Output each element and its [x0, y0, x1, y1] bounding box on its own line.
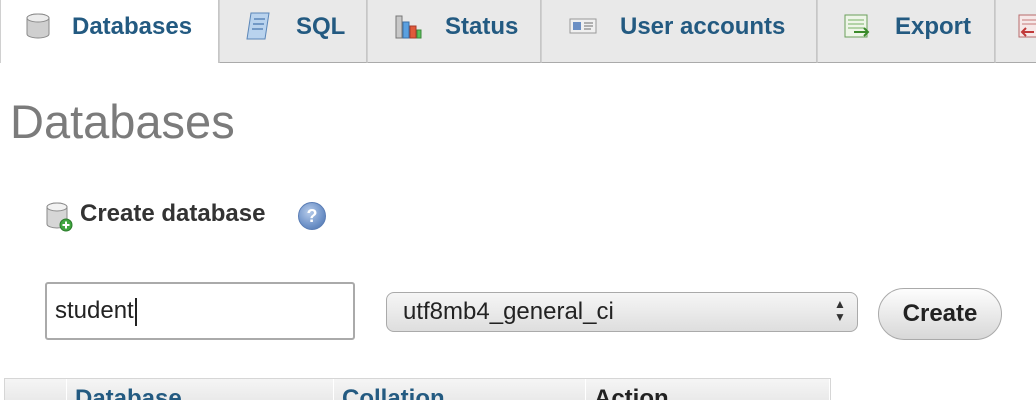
create-button[interactable]: Create [878, 288, 1002, 340]
tab-label: SQL [296, 13, 346, 40]
table-header-action: Action [586, 379, 830, 400]
top-tab-bar: Databases SQL Status User accounts Expor… [0, 0, 1036, 63]
tab-label: Status [445, 13, 519, 40]
database-name-input[interactable]: student [45, 282, 355, 340]
tab-sql[interactable]: SQL [219, 0, 367, 63]
table-header-checkbox-col [5, 379, 67, 400]
import-icon [1018, 14, 1036, 38]
database-icon [26, 13, 50, 39]
databases-table-header: Database Collation Action [4, 378, 831, 400]
tab-label: Databases [72, 13, 193, 40]
table-header-collation[interactable]: Collation [334, 379, 586, 400]
collation-select[interactable]: utf8mb4_general_ci ▲ ▼ [386, 292, 858, 332]
create-database-icon [46, 202, 73, 232]
create-database-label: Create database [80, 200, 266, 227]
user-card-icon [569, 18, 597, 34]
text-caret [134, 297, 137, 326]
export-icon [844, 14, 870, 38]
tab-user-accounts[interactable]: User accounts [541, 0, 817, 63]
tab-import[interactable] [995, 0, 1036, 63]
help-icon[interactable]: ? [298, 202, 326, 230]
tab-label: User accounts [620, 13, 786, 40]
select-arrows-icon: ▲ ▼ [834, 297, 846, 324]
sql-scroll-icon [246, 12, 270, 40]
tab-label: Export [895, 13, 972, 40]
database-name-value: student [55, 297, 134, 324]
tab-databases[interactable]: Databases [0, 0, 219, 63]
tab-status[interactable]: Status [367, 0, 541, 63]
table-header-database[interactable]: Database [67, 379, 334, 400]
status-chart-icon [395, 15, 422, 39]
collation-value: utf8mb4_general_ci [403, 298, 614, 325]
tab-export[interactable]: Export [817, 0, 995, 63]
page-title: Databases [10, 95, 235, 148]
